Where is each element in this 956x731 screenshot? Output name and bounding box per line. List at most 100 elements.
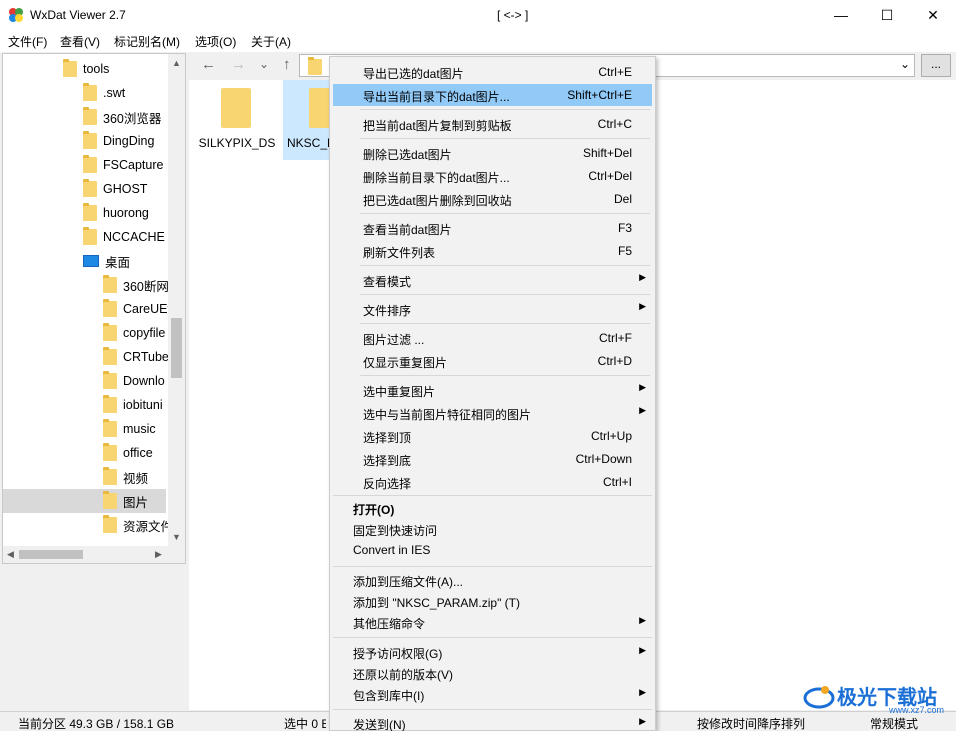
tree-item[interactable]: 资源文件: [103, 513, 173, 537]
menu-item-label: 发送到(N): [353, 718, 406, 731]
watermark-logo-icon: [803, 686, 835, 709]
menu-item-label: 导出当前目录下的dat图片...: [363, 90, 510, 104]
menu-item-shortcut: Ctrl+I: [602, 475, 632, 489]
menu-separator: [360, 323, 650, 324]
tree-item-label: GHOST: [103, 182, 148, 196]
folder-icon: [221, 88, 251, 128]
window-title: WxDat Viewer 2.7: [30, 8, 126, 22]
forward-arrow-icon[interactable]: →: [231, 56, 246, 73]
menu-alias[interactable]: 标记别名(M): [114, 33, 180, 50]
menu-view[interactable]: 查看(V): [60, 33, 100, 50]
tree-item[interactable]: CareUEy: [103, 297, 174, 321]
tree-item[interactable]: office: [103, 441, 153, 465]
context-menu-item[interactable]: 把当前dat图片复制到剪贴板 Ctrl+C: [333, 113, 652, 135]
context-menu-item[interactable]: 还原以前的版本(V): [333, 663, 652, 684]
tree-item[interactable]: huorong: [83, 201, 149, 225]
context-menu-item[interactable]: 选择到顶 Ctrl+Up: [333, 425, 652, 447]
tree-item[interactable]: music: [103, 417, 156, 441]
context-menu-item[interactable]: Convert in IES: [333, 540, 652, 561]
tree-item-label: 图片: [123, 495, 149, 510]
tree-item[interactable]: GHOST: [83, 177, 147, 201]
tree-item[interactable]: 桌面: [83, 249, 130, 273]
file-tile[interactable]: SILKYPIX_DS: [193, 80, 281, 160]
tree-item[interactable]: 视频: [103, 465, 148, 489]
context-menu-item[interactable]: 固定到快速访问: [333, 519, 652, 540]
context-menu-item[interactable]: 查看当前dat图片 F3: [333, 217, 652, 239]
tree-vertical-scrollbar[interactable]: ▲ ▼: [168, 54, 185, 547]
back-arrow-icon[interactable]: ←: [201, 56, 216, 73]
maximize-button[interactable]: ☐: [864, 0, 910, 30]
menu-options[interactable]: 选项(O): [195, 33, 236, 50]
menu-item-label: 反向选择: [363, 477, 412, 491]
context-menu-item[interactable]: 打开(O): [333, 498, 652, 519]
context-menu-item[interactable]: 仅显示重复图片 Ctrl+D: [333, 350, 652, 372]
menu-item-label: 图片过滤 ...: [363, 333, 425, 347]
context-menu-item[interactable]: 授予访问权限(G) ▶: [333, 642, 652, 663]
context-menu-item[interactable]: 反向选择 Ctrl+I: [333, 471, 652, 493]
context-menu-item[interactable]: 刷新文件列表 F5: [333, 240, 652, 262]
tree-item[interactable]: DingDing: [83, 129, 154, 153]
context-menu-item[interactable]: 删除已选dat图片 Shift+Del: [333, 142, 652, 164]
folder-tree[interactable]: 资源文件 图片 视频 office music iobituni Downlo CRTube c…: [2, 53, 186, 564]
context-menu-item[interactable]: 添加到 "NKSC_PARAM.zip" (T): [333, 591, 652, 612]
context-menu-item[interactable]: 删除当前目录下的dat图片... Ctrl+Del: [333, 165, 652, 187]
context-menu-item[interactable]: 选择到底 Ctrl+Down: [333, 448, 652, 470]
minimize-button[interactable]: —: [818, 0, 864, 30]
history-dropdown-icon[interactable]: ⌄: [259, 57, 269, 71]
path-dropdown-icon[interactable]: ⌄: [900, 57, 910, 71]
tree-hscroll-thumb[interactable]: [19, 550, 83, 559]
file-tile-selected[interactable]: NKSC_PARAM: [283, 80, 339, 160]
submenu-arrow-icon: ▶: [639, 687, 646, 697]
context-menu-item[interactable]: 图片过滤 ... Ctrl+F: [333, 327, 652, 349]
tree-item-label: 资源文件: [123, 519, 174, 534]
menu-item-label: Convert in IES: [353, 543, 431, 557]
menu-item-label: 查看当前dat图片: [363, 223, 452, 237]
context-menu-item[interactable]: 文件排序 ▶: [333, 298, 652, 320]
tree-item[interactable]: 图片: [3, 489, 166, 513]
folder-icon: [103, 323, 117, 341]
menu-item-label: 打开(O): [353, 503, 395, 517]
browse-button[interactable]: ...: [921, 54, 951, 77]
context-menu-item[interactable]: 查看模式 ▶: [333, 269, 652, 291]
scroll-up-icon[interactable]: ▲: [172, 58, 181, 68]
tree-item[interactable]: NCCACHE: [83, 225, 165, 249]
menu-file[interactable]: 文件(F): [8, 33, 47, 50]
context-menu-item[interactable]: 导出已选的dat图片 Ctrl+E: [333, 61, 652, 83]
context-menu-item[interactable]: 选中重复图片 ▶: [333, 379, 652, 401]
tree-horizontal-scrollbar[interactable]: ◀ ▶: [3, 546, 185, 563]
menu-item-label: 删除当前目录下的dat图片...: [363, 171, 510, 185]
folder-icon: [103, 467, 117, 485]
context-menu-item[interactable]: 包含到库中(I) ▶: [333, 684, 652, 705]
tree-item-label: NCCACHE: [103, 230, 165, 244]
folder-icon: [103, 419, 117, 437]
up-arrow-icon[interactable]: ↑: [283, 56, 291, 73]
menu-item-label: 授予访问权限(G): [353, 647, 443, 661]
scroll-left-icon[interactable]: ◀: [7, 549, 14, 560]
context-menu-item[interactable]: 添加到压缩文件(A)...: [333, 570, 652, 591]
tree-item[interactable]: 360断网: [103, 273, 169, 297]
scroll-down-icon[interactable]: ▼: [172, 532, 181, 542]
context-menu-item[interactable]: 发送到(N) ▶: [333, 713, 652, 731]
context-menu-item[interactable]: 导出当前目录下的dat图片... Shift+Ctrl+E: [333, 84, 652, 106]
close-button[interactable]: ✕: [910, 0, 956, 30]
tree-item[interactable]: FSCapture: [83, 153, 163, 177]
tree-item[interactable]: 360浏览器: [83, 105, 161, 129]
context-menu-item[interactable]: 把已选dat图片删除到回收站 Del: [333, 188, 652, 210]
window-center-title: [ <-> ]: [497, 8, 529, 22]
tree-item[interactable]: copyfile: [103, 321, 165, 345]
folder-icon: [103, 299, 117, 317]
context-menu-item[interactable]: 其他压缩命令 ▶: [333, 612, 652, 633]
tree-vscroll-thumb[interactable]: [171, 318, 182, 378]
menu-about[interactable]: 关于(A): [251, 33, 291, 50]
tree-item[interactable]: .swt: [83, 81, 125, 105]
tree-item[interactable]: tools: [63, 57, 109, 81]
submenu-arrow-icon: ▶: [639, 272, 646, 282]
tree-item[interactable]: iobituni: [103, 393, 163, 417]
tree-item[interactable]: CRTube: [103, 345, 169, 369]
menu-item-label: 添加到压缩文件(A)...: [353, 575, 463, 589]
context-menu-item[interactable]: 选中与当前图片特征相同的图片 ▶: [333, 402, 652, 424]
scroll-right-icon[interactable]: ▶: [155, 549, 162, 560]
tree-item-label: 视频: [123, 471, 149, 486]
tree-item[interactable]: Downlo: [103, 369, 165, 393]
app-icon: [9, 8, 23, 22]
